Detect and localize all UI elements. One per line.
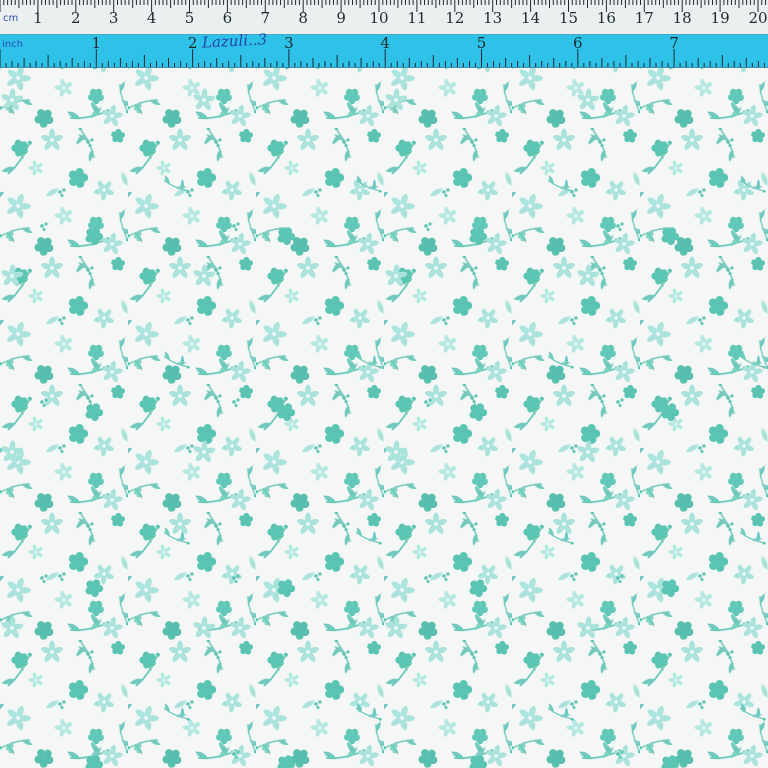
cm-label-15: 15 bbox=[558, 9, 579, 27]
cm-label-11: 11 bbox=[407, 9, 427, 27]
cm-label-9: 9 bbox=[336, 9, 346, 27]
cm-unit-label: cm bbox=[3, 13, 19, 24]
cm-label-1: 1 bbox=[33, 9, 43, 27]
cm-label-16: 16 bbox=[596, 9, 616, 27]
inch-unit-label: inch bbox=[2, 39, 23, 50]
inch-label-3: 3 bbox=[284, 34, 294, 52]
cm-label-14: 14 bbox=[521, 9, 541, 27]
inch-label-5: 5 bbox=[476, 34, 487, 52]
inch-ruler: inch Lazuli..3 1 2 3 4 5 6 7 bbox=[0, 30, 768, 68]
cm-label-6: 6 bbox=[222, 9, 233, 27]
inch-label-7: 7 bbox=[669, 34, 679, 52]
inch-label-4: 4 bbox=[380, 34, 390, 52]
floral-fabric-print bbox=[0, 0, 768, 768]
inch-label-1: 1 bbox=[91, 34, 102, 52]
cm-label-3: 3 bbox=[108, 9, 119, 27]
cm-label-4: 4 bbox=[146, 9, 157, 27]
cm-label-7: 7 bbox=[260, 9, 271, 27]
cm-label-13: 13 bbox=[483, 9, 503, 27]
cm-label-2: 2 bbox=[71, 9, 81, 27]
cm-label-17: 17 bbox=[634, 9, 654, 27]
inch-label-6: 6 bbox=[573, 34, 583, 52]
cm-label-19: 19 bbox=[710, 9, 730, 27]
inch-label-2: 2 bbox=[187, 34, 198, 52]
cm-label-12: 12 bbox=[445, 9, 465, 27]
cm-label-18: 18 bbox=[672, 9, 692, 27]
cm-label-20: 20 bbox=[748, 9, 768, 27]
cm-label-5: 5 bbox=[184, 9, 195, 27]
centimeter-ruler: cm 1 2 3 4 5 6 7 8 9 10 11 12 13 14 15 16 17 18 19 20 bbox=[0, 0, 768, 35]
cm-label-8: 8 bbox=[298, 9, 308, 27]
cm-label-10: 10 bbox=[369, 9, 389, 27]
handwritten-note: Lazuli..3 bbox=[201, 30, 268, 52]
